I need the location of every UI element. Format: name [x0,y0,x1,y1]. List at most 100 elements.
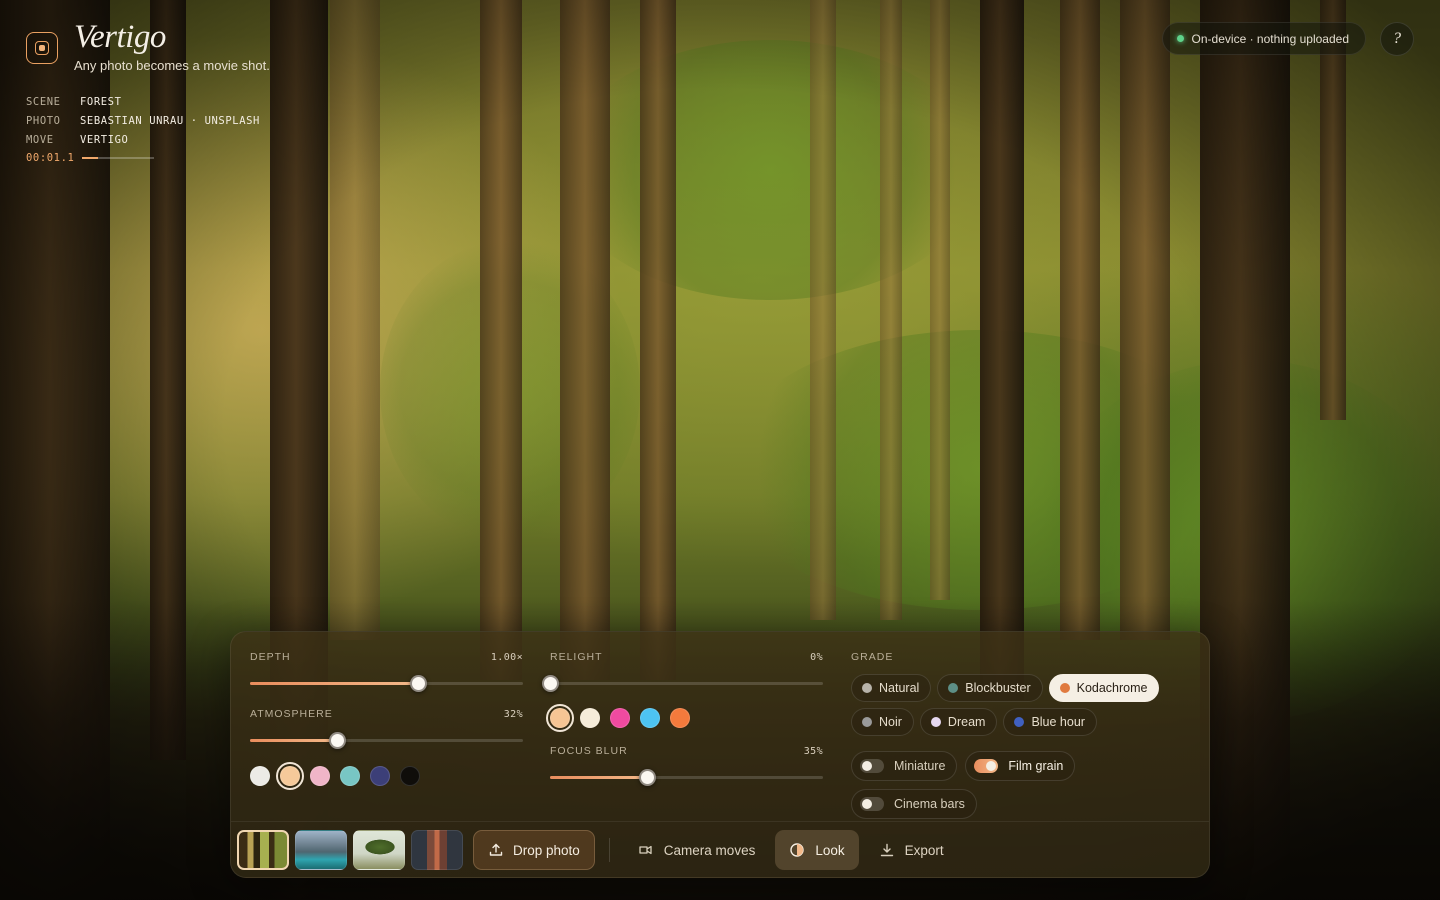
depth-atmosphere-column: DEPTH 1.00× ATMOSPHERE 32% [250,651,523,790]
relight-color-swatch[interactable] [580,708,600,728]
depth-label: DEPTH [250,651,291,663]
grade-color-dot-icon [1059,683,1070,693]
relight-color-swatch[interactable] [610,708,630,728]
relight-value: 0% [810,651,823,663]
toggle-switch[interactable] [860,797,884,811]
relight-label-row: RELIGHT 0% [550,651,823,663]
camera-icon [638,842,654,858]
atmosphere-color-swatches [250,762,523,790]
grade-option-dream[interactable]: Dream [919,708,998,736]
relight-label: RELIGHT [550,651,603,663]
sample-photo-tree[interactable] [353,830,405,870]
timecode-progress-fill [82,157,99,159]
sample-photo-forest[interactable] [237,830,289,870]
camera-moves-label: Camera moves [663,842,756,858]
meta-value: FOREST [80,95,122,108]
meta-value: SEBASTIAN UNRAU · UNSPLASH [80,114,260,127]
export-label: Export [904,842,944,858]
status-dot-icon [1176,35,1184,42]
grade-option-natural[interactable]: Natural [851,674,932,702]
upload-icon [488,842,504,858]
grade-option-label: Kodachrome [1076,681,1148,695]
timecode: 00:01.1 [26,152,260,164]
grade-option-label: Blue hour [1031,715,1085,729]
grade-option-noir[interactable]: Noir [851,708,914,736]
control-panel: DEPTH 1.00× ATMOSPHERE 32% RELIGHT 0% FO… [230,631,1210,878]
meta-row-move: MOVE VERTIGO [26,130,260,149]
toggle-switch[interactable] [974,759,999,773]
toggle-label: Film grain [1008,759,1064,773]
meta-row-scene: SCENE FOREST [26,92,260,111]
depth-slider-thumb[interactable] [409,675,427,692]
relight-focus-column: RELIGHT 0% FOCUS BLUR 35% [542,651,823,786]
help-button[interactable]: ? [1380,22,1414,56]
toggle-miniature[interactable]: Miniature [851,751,958,781]
grade-color-dot-icon [948,683,959,693]
tab-look[interactable]: Look [775,830,859,870]
relight-slider[interactable] [542,675,823,692]
atmosphere-slider-thumb[interactable] [329,732,347,749]
contrast-icon [789,842,805,858]
atmosphere-value: 32% [503,708,523,720]
grade-column: GRADE Natural Blockbuster Kodachrome Noir Dr… [851,651,1201,819]
download-icon [879,842,895,858]
effect-toggles: Miniature Film grain Cinema bars [851,751,1201,819]
grade-option-blue-hour[interactable]: Blue hour [1003,708,1097,736]
atmosphere-color-swatch[interactable] [276,762,304,790]
drop-photo-button[interactable]: Drop photo [473,830,595,870]
meta-key: MOVE [26,133,54,146]
atmosphere-color-swatch[interactable] [310,766,330,786]
shot-metadata: SCENE FOREST PHOTO SEBASTIAN UNRAU · UNS… [26,92,260,165]
grade-option-blockbuster[interactable]: Blockbuster [937,674,1043,702]
atmosphere-color-swatch[interactable] [400,766,420,786]
brand: Vertigo Any photo becomes a movie shot. [26,20,270,73]
relight-slider-thumb[interactable] [542,675,559,692]
atmosphere-color-swatch[interactable] [370,766,390,786]
grade-color-dot-icon [930,717,941,727]
toggle-cinema-bars[interactable]: Cinema bars [851,789,977,819]
focus-blur-value: 35% [803,745,823,757]
focus-blur-slider[interactable] [550,769,823,786]
grade-option-kodachrome[interactable]: Kodachrome [1048,674,1160,702]
grade-label: GRADE [851,651,894,663]
grade-option-label: Noir [879,715,902,729]
atmosphere-color-swatch[interactable] [340,766,360,786]
grade-option-label: Natural [879,681,920,695]
focus-blur-label-row: FOCUS BLUR 35% [550,745,823,757]
atmosphere-label: ATMOSPHERE [250,708,333,720]
drop-photo-label: Drop photo [513,842,580,858]
focus-blur-slider-thumb[interactable] [638,769,656,786]
relight-color-swatch[interactable] [670,708,690,728]
grade-option-label: Blockbuster [965,681,1031,695]
meta-key: PHOTO [26,114,61,127]
meta-value: VERTIGO [80,133,129,146]
timecode-progress [82,157,155,159]
privacy-status-badge: On-device · nothing uploaded [1161,22,1366,55]
relight-color-swatches [546,704,823,732]
meta-key: SCENE [26,95,61,108]
panel-divider [231,821,1209,822]
logo-icon [26,32,58,64]
sample-photo-canyon[interactable] [411,830,463,870]
toggle-film-grain[interactable]: Film grain [965,751,1076,781]
tab-export[interactable]: Export [865,830,958,870]
tab-camera-moves[interactable]: Camera moves [624,830,770,870]
grade-color-dot-icon [862,717,872,727]
depth-slider[interactable] [250,675,523,692]
grade-color-dot-icon [862,683,872,693]
grade-color-dot-icon [1014,717,1025,727]
atmosphere-label-row: ATMOSPHERE 32% [250,708,523,720]
sample-photo-lake[interactable] [295,830,347,870]
grade-option-label: Dream [947,715,986,729]
relight-color-swatch[interactable] [546,704,574,732]
atmosphere-color-swatch[interactable] [250,766,270,786]
toggle-switch[interactable] [860,759,884,773]
atmosphere-slider[interactable] [250,732,523,749]
app-tagline: Any photo becomes a movie shot. [74,58,270,73]
meta-row-photo: PHOTO SEBASTIAN UNRAU · UNSPLASH [26,111,260,130]
relight-color-swatch[interactable] [640,708,660,728]
toolbar-divider [608,838,610,862]
toggle-label: Cinema bars [894,797,965,811]
look-label: Look [815,842,845,858]
status-text: On-device · nothing uploaded [1191,31,1349,46]
